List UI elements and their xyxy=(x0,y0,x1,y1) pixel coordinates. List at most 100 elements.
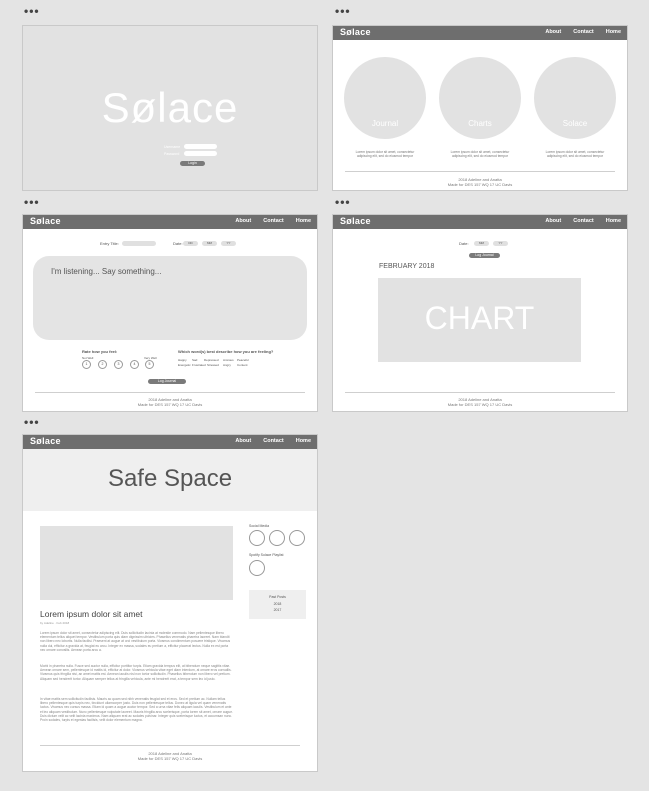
footer-line-2: Made for DES 157 WQ 17 UC Davis xyxy=(447,402,513,407)
nav-about[interactable]: About xyxy=(235,438,251,444)
social-icon[interactable] xyxy=(249,530,265,546)
password-input[interactable] xyxy=(184,151,217,156)
date-label: Date: xyxy=(459,241,469,246)
rating-1[interactable]: 1 xyxy=(82,360,91,369)
footer: 2018 Adeline and Anatta Made for DES 157… xyxy=(23,397,317,407)
brand-logo[interactable]: Sølace xyxy=(340,27,371,37)
date-month-input[interactable]: MM xyxy=(474,241,489,246)
past-posts-box: Past Posts 2018 2017 xyxy=(249,590,306,619)
blog-navbar: Sølace About Contact Home xyxy=(23,435,317,449)
username-label: Username xyxy=(164,145,181,149)
nav-about[interactable]: About xyxy=(545,29,561,35)
footer-divider xyxy=(345,392,615,393)
password-label: Password xyxy=(164,152,180,156)
chart-placeholder: CHART xyxy=(378,278,581,362)
post-image xyxy=(40,526,233,600)
charts-card-title[interactable]: Charts xyxy=(439,119,521,128)
date-label: Date: xyxy=(173,241,183,246)
word-option[interactable]: Angry xyxy=(223,363,231,367)
nav-home[interactable]: Home xyxy=(606,29,621,35)
frame-menu-dots: ••• xyxy=(24,195,40,209)
past-post-link[interactable]: 2018 xyxy=(249,602,306,606)
entry-title-label: Entry Title: xyxy=(100,241,119,246)
footer: 2018 Adeline and Anatta Made for DES 157… xyxy=(333,397,627,407)
nav-contact[interactable]: Contact xyxy=(573,218,593,224)
solace-card-title[interactable]: Solace xyxy=(534,119,616,128)
home-navbar: Sølace About Contact Home xyxy=(333,26,627,40)
charts-card-desc: Lorem ipsum dolor sit amet, consectetur … xyxy=(450,150,510,158)
word-option[interactable]: Peaceful xyxy=(237,358,249,362)
footer: 2018 Adeline and Anatta Made for DES 157… xyxy=(333,177,627,187)
log-journal-button[interactable]: Log Journal xyxy=(148,379,186,384)
home-frame: Sølace About Contact Home Journal Charts… xyxy=(332,25,628,191)
chart-navbar: Sølace About Contact Home xyxy=(333,215,627,229)
feel-label: Rate how you feel: xyxy=(82,349,118,354)
past-posts-label: Past Posts xyxy=(269,595,286,599)
social-icon[interactable] xyxy=(289,530,305,546)
word-option[interactable]: Depressed xyxy=(204,358,219,362)
nav-home[interactable]: Home xyxy=(296,218,311,224)
brand-logo[interactable]: Sølace xyxy=(340,216,371,226)
word-option[interactable]: Stressed xyxy=(207,363,219,367)
date-day-input[interactable]: DD xyxy=(183,241,198,246)
nav-home[interactable]: Home xyxy=(296,438,311,444)
nav-about[interactable]: About xyxy=(545,218,561,224)
frame-menu-dots: ••• xyxy=(335,4,351,18)
word-option[interactable]: Sad xyxy=(192,358,197,362)
date-year-input[interactable]: YY xyxy=(493,241,508,246)
spotify-icon[interactable] xyxy=(249,560,265,576)
social-icon[interactable] xyxy=(269,530,285,546)
word-option[interactable]: Frustrated xyxy=(192,363,206,367)
words-label: Which word(s) best describe how you are … xyxy=(178,349,274,354)
post-title[interactable]: Lorem ipsum dolor sit amet xyxy=(40,609,143,619)
post-paragraph-1: Lorem ipsum dolor sit amet, consectetur … xyxy=(40,631,231,652)
rating-5[interactable]: 5 xyxy=(145,360,154,369)
footer-divider xyxy=(35,392,305,393)
footer-divider xyxy=(345,171,615,172)
nav-home[interactable]: Home xyxy=(606,218,621,224)
footer-line-2: Made for DES 157 WQ 17 UC Davis xyxy=(137,402,203,407)
entry-title-input[interactable] xyxy=(122,241,156,246)
word-option[interactable]: Energetic xyxy=(178,363,191,367)
log-journal-button[interactable]: Log Journal xyxy=(469,253,500,258)
username-input[interactable] xyxy=(184,144,217,149)
past-post-link[interactable]: 2017 xyxy=(249,608,306,612)
footer-divider xyxy=(40,745,300,746)
rating-4[interactable]: 4 xyxy=(130,360,139,369)
hero-banner: Safe Space xyxy=(23,449,317,511)
post-meta: by Adeline · Feb 2018 xyxy=(40,621,70,625)
rating-2[interactable]: 2 xyxy=(98,360,107,369)
chart-month-heading: FEBRUARY 2018 xyxy=(379,263,435,270)
spotify-playlist-label: Spotify Solace Playlist xyxy=(249,553,284,557)
social-media-label: Social Media xyxy=(249,524,270,528)
date-month-input[interactable]: MM xyxy=(202,241,217,246)
post-paragraph-3: In vitae mattis sem sollicitudin facilis… xyxy=(40,697,233,723)
footer-line-2: Made for DES 157 WQ 17 UC Davis xyxy=(447,182,513,187)
rating-3[interactable]: 3 xyxy=(114,360,123,369)
hero-title: Safe Space xyxy=(107,465,233,492)
word-option[interactable]: Happy xyxy=(178,358,187,362)
footer-line-2: Made for DES 157 WQ 17 UC Davis xyxy=(137,756,203,761)
nav-contact[interactable]: Contact xyxy=(573,29,593,35)
brand-logo[interactable]: Sølace xyxy=(30,216,61,226)
journal-textarea[interactable]: I'm listening... Say something... xyxy=(33,256,307,340)
word-option[interactable]: Content xyxy=(237,363,248,367)
date-year-input[interactable]: YY xyxy=(221,241,236,246)
login-logo: Sølace xyxy=(101,84,239,131)
word-option[interactable]: Anxious xyxy=(223,358,234,362)
login-button[interactable]: Login xyxy=(180,161,205,166)
nav-contact[interactable]: Contact xyxy=(263,438,283,444)
journal-navbar: Sølace About Contact Home xyxy=(23,215,317,229)
brand-logo[interactable]: Sølace xyxy=(30,436,61,446)
chart-placeholder-label: CHART xyxy=(424,300,535,336)
solace-card-desc: Lorem ipsum dolor sit amet, consectetur … xyxy=(545,150,605,158)
journal-card-title[interactable]: Journal xyxy=(344,119,426,128)
nav-contact[interactable]: Contact xyxy=(263,218,283,224)
login-frame: Sølace Username Password Login xyxy=(22,25,318,191)
footer: 2018 Adeline and Anatta Made for DES 157… xyxy=(23,751,317,761)
frame-menu-dots: ••• xyxy=(24,4,40,18)
frame-menu-dots: ••• xyxy=(24,415,40,429)
nav-about[interactable]: About xyxy=(235,218,251,224)
chart-frame: Sølace About Contact Home Date: MM YY Lo… xyxy=(332,214,628,412)
journal-textarea-placeholder: I'm listening... Say something... xyxy=(51,267,162,276)
